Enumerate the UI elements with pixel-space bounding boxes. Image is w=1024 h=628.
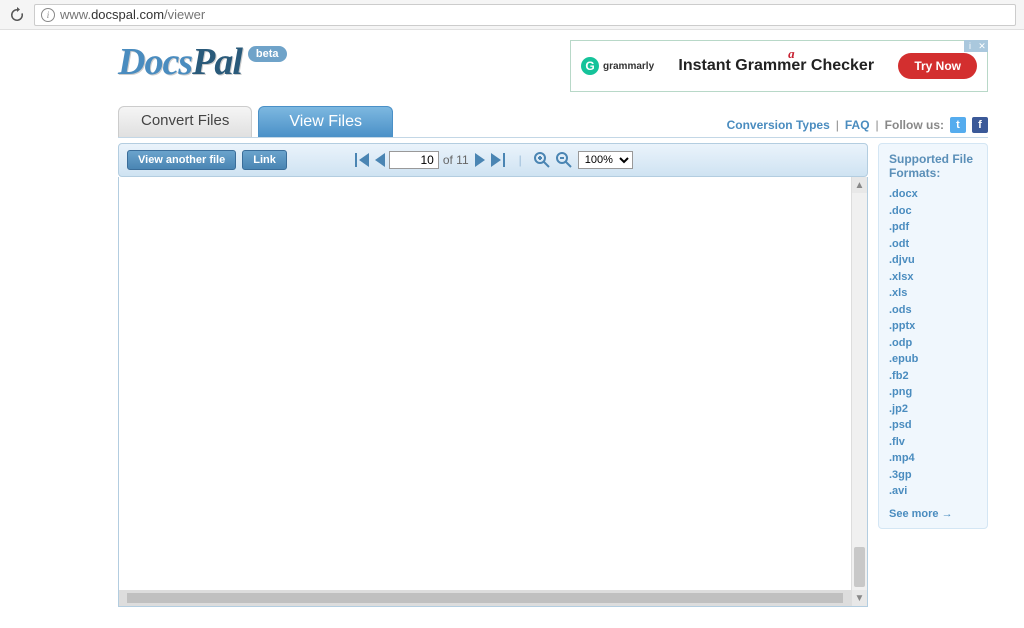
next-page-icon[interactable] xyxy=(473,153,487,167)
scroll-thumb[interactable] xyxy=(854,547,865,587)
format-item[interactable]: .odp xyxy=(889,335,977,352)
top-links: Conversion Types | FAQ | Follow us: t f xyxy=(727,117,988,137)
twitter-icon[interactable]: t xyxy=(950,117,966,133)
ad-info-icon[interactable]: i xyxy=(964,40,976,52)
horizontal-scrollbar[interactable] xyxy=(119,590,851,606)
toolbar-separator: | xyxy=(519,153,522,167)
format-item[interactable]: .fb2 xyxy=(889,368,977,385)
tab-view-files[interactable]: View Files xyxy=(258,106,393,137)
prev-page-icon[interactable] xyxy=(373,153,387,167)
logo[interactable]: DocsPal beta xyxy=(118,40,287,84)
format-list: .docx.doc.pdf.odt.djvu.xlsx.xls.ods.pptx… xyxy=(889,186,977,500)
page-number-input[interactable] xyxy=(389,151,439,169)
viewer-toolbar: View another file Link of 11 | 100% xyxy=(118,143,868,177)
format-item[interactable]: .psd xyxy=(889,417,977,434)
last-page-icon[interactable] xyxy=(489,153,507,167)
format-item[interactable]: .odt xyxy=(889,236,977,253)
address-bar[interactable]: i www.docspal.com/viewer xyxy=(34,4,1016,26)
beta-badge: beta xyxy=(248,46,287,62)
scroll-up-icon[interactable]: ▲ xyxy=(852,177,867,193)
zoom-in-icon[interactable] xyxy=(534,152,550,168)
format-item[interactable]: .doc xyxy=(889,203,977,220)
format-item[interactable]: .avi xyxy=(889,483,977,500)
format-item[interactable]: .docx xyxy=(889,186,977,203)
format-item[interactable]: .djvu xyxy=(889,252,977,269)
follow-us-label: Follow us: xyxy=(885,118,944,132)
ad-headline: a Instant Grammer Checker xyxy=(664,57,888,75)
link-faq[interactable]: FAQ xyxy=(845,118,870,132)
link-conversion-types[interactable]: Conversion Types xyxy=(727,118,830,132)
ad-brand-logo: G grammarly xyxy=(581,57,654,75)
grammarly-g-icon: G xyxy=(581,57,599,75)
zoom-out-icon[interactable] xyxy=(556,152,572,168)
ad-banner[interactable]: i ✕ G grammarly a Instant Grammer Checke… xyxy=(570,40,988,92)
format-item[interactable]: .xlsx xyxy=(889,269,977,286)
format-item[interactable]: .pptx xyxy=(889,318,977,335)
format-item[interactable]: .3gp xyxy=(889,467,977,484)
format-item[interactable]: .flv xyxy=(889,434,977,451)
format-item[interactable]: .jp2 xyxy=(889,401,977,418)
tab-convert-files[interactable]: Convert Files xyxy=(118,106,252,137)
reload-button[interactable] xyxy=(8,6,26,24)
format-item[interactable]: .pdf xyxy=(889,219,977,236)
logo-text: DocsPal xyxy=(118,40,242,84)
supported-formats-sidebar: Supported File Formats: .docx.doc.pdf.od… xyxy=(878,143,988,529)
facebook-icon[interactable]: f xyxy=(972,117,988,133)
see-more-link[interactable]: See more → xyxy=(889,508,977,520)
ad-cta-button[interactable]: Try Now xyxy=(898,53,977,79)
link-button[interactable]: Link xyxy=(242,150,287,170)
sidebar-title: Supported File Formats: xyxy=(889,152,977,180)
format-item[interactable]: .xls xyxy=(889,285,977,302)
ad-correction-annotation: a xyxy=(788,46,795,62)
format-item[interactable]: .epub xyxy=(889,351,977,368)
format-item[interactable]: .ods xyxy=(889,302,977,319)
vertical-scrollbar[interactable]: ▲ ▼ xyxy=(851,177,867,606)
ad-close-icon[interactable]: ✕ xyxy=(976,40,988,52)
site-info-icon[interactable]: i xyxy=(41,8,55,22)
document-viewport[interactable]: ▲ ▼ xyxy=(118,177,868,607)
zoom-select[interactable]: 100% xyxy=(578,151,633,169)
scroll-down-icon[interactable]: ▼ xyxy=(852,590,867,606)
format-item[interactable]: .mp4 xyxy=(889,450,977,467)
view-another-file-button[interactable]: View another file xyxy=(127,150,236,170)
format-item[interactable]: .png xyxy=(889,384,977,401)
first-page-icon[interactable] xyxy=(353,153,371,167)
page-total-label: of 11 xyxy=(443,153,469,167)
url-text: www.docspal.com/viewer xyxy=(60,7,205,22)
